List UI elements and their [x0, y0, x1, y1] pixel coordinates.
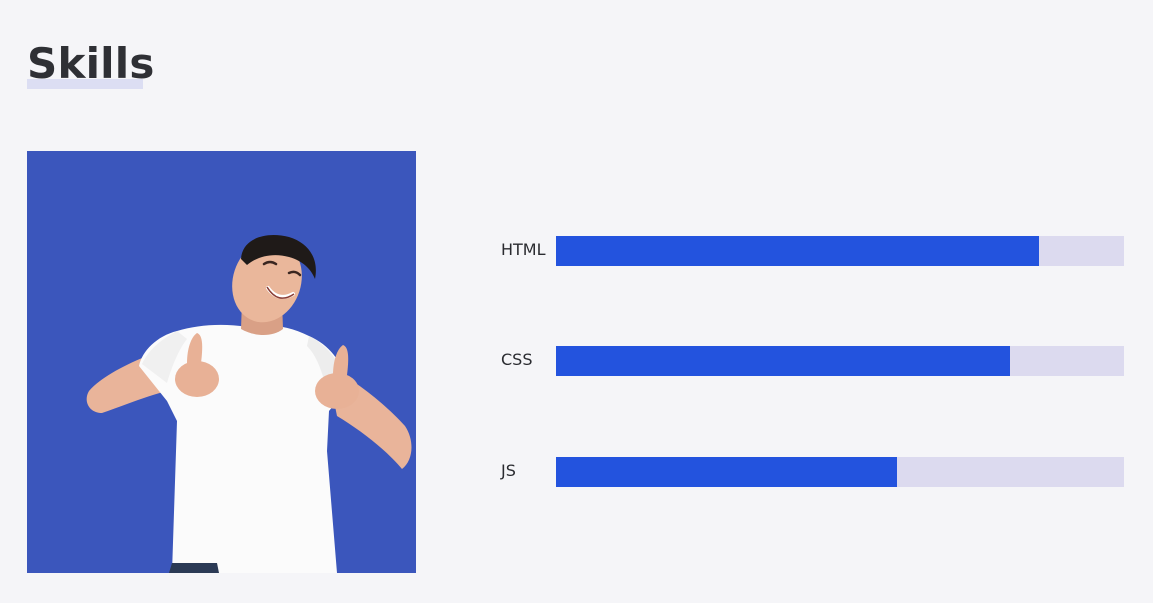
title-underline	[27, 79, 143, 89]
skill-bar-fill-html	[556, 236, 1039, 266]
skill-label-html: HTML	[501, 240, 546, 259]
profile-photo	[27, 151, 416, 573]
person-illustration	[27, 151, 416, 573]
skill-bar-css	[556, 346, 1124, 376]
skill-bar-fill-css	[556, 346, 1011, 376]
skill-label-css: CSS	[501, 350, 533, 369]
skill-label-js: JS	[501, 461, 516, 480]
skill-bar-html	[556, 236, 1124, 266]
skill-bar-js	[556, 457, 1124, 487]
skill-bar-fill-js	[556, 457, 897, 487]
